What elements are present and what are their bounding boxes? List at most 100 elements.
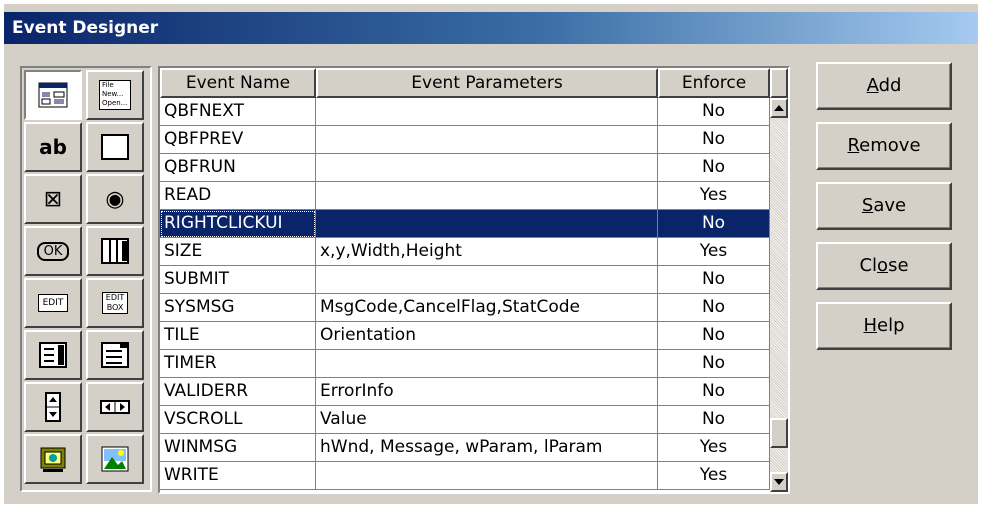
event-grid: Event Name Event Parameters Enforce QBFN… [158,66,790,494]
enforce-cell[interactable]: Yes [658,238,770,266]
vertical-scrollbar[interactable] [770,98,788,492]
menu-tool[interactable]: File New... Open... [86,70,144,120]
event-name-cell[interactable]: QBFRUN [160,154,316,182]
event-parameters-cell[interactable] [316,126,658,154]
radio-icon: ◉ [105,186,125,212]
vertical-scroll-icon [45,392,61,422]
text-label-tool[interactable]: ab [24,122,82,172]
table-row[interactable]: VSCROLL Value No [160,406,770,434]
event-name-cell[interactable]: SYSMSG [160,294,316,322]
event-parameters-cell[interactable] [316,350,658,378]
checkbox-icon: ⊠ [43,186,63,212]
grid-tool[interactable] [86,226,144,276]
event-name-cell[interactable]: VALIDERR [160,378,316,406]
push-button-icon: OK [36,241,70,261]
event-name-cell[interactable]: TIMER [160,350,316,378]
ole-object-tool[interactable] [24,434,82,484]
table-row[interactable]: VALIDERR ErrorInfo No [160,378,770,406]
column-header-enforce[interactable]: Enforce [658,68,770,98]
enforce-cell[interactable]: No [658,322,770,350]
close-button[interactable]: Close [816,242,952,290]
menu-icon: File New... Open... [99,80,131,110]
picture-tool[interactable] [86,434,144,484]
enforce-cell[interactable]: No [658,378,770,406]
picture-icon [101,446,129,472]
add-button[interactable]: Add [816,62,952,110]
enforce-cell[interactable]: No [658,350,770,378]
event-parameters-cell[interactable]: Value [316,406,658,434]
save-button[interactable]: Save [816,182,952,230]
event-name-cell[interactable]: SIZE [160,238,316,266]
event-name-cell[interactable]: QBFNEXT [160,98,316,126]
help-button[interactable]: Help [816,302,952,350]
edit-field-icon: EDIT [37,294,69,312]
push-button-tool[interactable]: OK [24,226,82,276]
enforce-cell[interactable]: No [658,406,770,434]
enforce-cell[interactable]: No [658,98,770,126]
table-row[interactable]: WINMSG hWnd, Message, wParam, lParam Yes [160,434,770,462]
enforce-cell[interactable]: No [658,210,770,238]
table-row[interactable]: QBFPREV No [160,126,770,154]
event-parameters-cell[interactable] [316,210,658,238]
table-row[interactable]: SIZE x,y,Width,Height Yes [160,238,770,266]
event-designer-window: Event Designer File New... Open... ab ⊠ … [4,4,978,504]
edit-box-tool[interactable]: EDIT BOX [86,278,144,328]
event-name-cell[interactable]: TILE [160,322,316,350]
event-name-cell[interactable]: RIGHTCLICKUI [160,210,316,238]
column-header-event-parameters[interactable]: Event Parameters [316,68,658,98]
table-row[interactable]: READ Yes [160,182,770,210]
event-parameters-cell[interactable]: x,y,Width,Height [316,238,658,266]
event-name-cell[interactable]: SUBMIT [160,266,316,294]
event-parameters-cell[interactable]: hWnd, Message, wParam, lParam [316,434,658,462]
scroll-down-button[interactable] [770,472,788,492]
frame-icon [101,134,129,160]
table-row[interactable]: SYSMSG MsgCode,CancelFlag,StatCode No [160,294,770,322]
edit-field-tool[interactable]: EDIT [24,278,82,328]
frame-tool[interactable] [86,122,144,172]
table-row[interactable]: TILE Orientation No [160,322,770,350]
table-row[interactable]: RIGHTCLICKUI No [160,210,770,238]
event-name-cell[interactable]: VSCROLL [160,406,316,434]
checkbox-tool[interactable]: ⊠ [24,174,82,224]
enforce-cell[interactable]: Yes [658,182,770,210]
radio-tool[interactable]: ◉ [86,174,144,224]
enforce-cell[interactable]: No [658,266,770,294]
column-header-event-name[interactable]: Event Name [160,68,316,98]
combo-box-icon [101,342,129,368]
enforce-cell[interactable]: No [658,126,770,154]
event-parameters-cell[interactable] [316,462,658,490]
table-row[interactable]: TIMER No [160,350,770,378]
enforce-cell[interactable]: Yes [658,462,770,490]
event-parameters-cell[interactable] [316,266,658,294]
event-name-cell[interactable]: QBFPREV [160,126,316,154]
scroll-thumb[interactable] [770,418,788,448]
table-row[interactable]: WRITE Yes [160,462,770,490]
enforce-cell[interactable]: Yes [658,434,770,462]
event-parameters-cell[interactable]: MsgCode,CancelFlag,StatCode [316,294,658,322]
event-name-cell[interactable]: READ [160,182,316,210]
down-arrow-icon [774,479,784,485]
vertical-scroll-tool[interactable] [24,382,82,432]
enforce-cell[interactable]: No [658,294,770,322]
event-name-cell[interactable]: WRITE [160,462,316,490]
event-name-cell[interactable]: WINMSG [160,434,316,462]
event-parameters-cell[interactable] [316,154,658,182]
event-parameters-cell[interactable] [316,182,658,210]
grid-icon [101,238,129,264]
event-parameters-cell[interactable]: ErrorInfo [316,378,658,406]
window-tool[interactable] [24,70,82,120]
enforce-cell[interactable]: No [658,154,770,182]
event-parameters-cell[interactable]: Orientation [316,322,658,350]
combo-box-tool[interactable] [86,330,144,380]
list-box-tool[interactable] [24,330,82,380]
window-frame [4,4,978,12]
table-row[interactable]: QBFNEXT No [160,98,770,126]
edit-box-icon: EDIT BOX [102,292,128,314]
remove-button[interactable]: Remove [816,122,952,170]
table-row[interactable]: QBFRUN No [160,154,770,182]
event-parameters-cell[interactable] [316,98,658,126]
horizontal-scroll-tool[interactable] [86,382,144,432]
title-bar: Event Designer [4,12,978,44]
table-row[interactable]: SUBMIT No [160,266,770,294]
scroll-up-button[interactable] [770,98,788,118]
